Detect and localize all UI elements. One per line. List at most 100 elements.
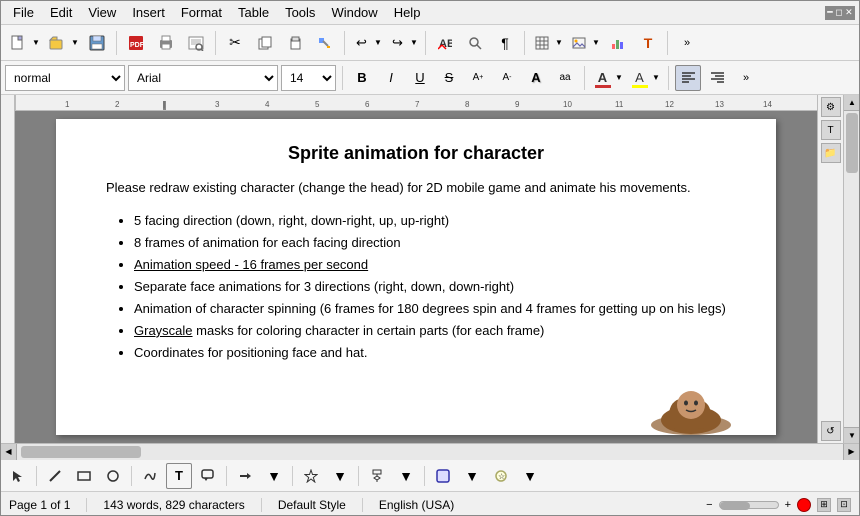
font-color-group[interactable]: A ▼ xyxy=(591,64,625,92)
more-toolbar-button[interactable]: » xyxy=(673,29,701,57)
menu-tools[interactable]: Tools xyxy=(277,3,323,22)
hscroll-track[interactable] xyxy=(17,444,843,460)
highlight-color-button[interactable]: A xyxy=(628,65,650,91)
hscroll-thumb[interactable] xyxy=(21,446,141,458)
subscript-button[interactable]: A- xyxy=(494,65,520,91)
draw-arrows-button[interactable] xyxy=(232,463,258,489)
insert-fontwork-button[interactable]: T xyxy=(634,29,662,57)
status-recording-btn[interactable] xyxy=(797,498,811,512)
preview-button[interactable] xyxy=(182,29,210,57)
print-button[interactable] xyxy=(152,29,180,57)
font-color-button[interactable]: A xyxy=(591,65,613,91)
menu-window[interactable]: Window xyxy=(323,3,385,22)
pdf-button[interactable]: PDF xyxy=(122,29,150,57)
cut-button[interactable]: ✂ xyxy=(221,29,249,57)
draw-callout-button[interactable] xyxy=(195,463,221,489)
menu-insert[interactable]: Insert xyxy=(124,3,173,22)
redo-btn-group[interactable]: ↪ ▼ xyxy=(386,29,420,57)
menu-file[interactable]: File xyxy=(5,3,42,22)
open-btn-group[interactable]: ▼ xyxy=(44,29,81,57)
menu-format[interactable]: Format xyxy=(173,3,230,22)
insert-image-group[interactable]: ▼ xyxy=(567,29,602,57)
draw-flowchart-button[interactable] xyxy=(364,463,390,489)
strikethrough-button[interactable]: S xyxy=(436,65,462,91)
status-view-btn-2[interactable]: ⊡ xyxy=(837,498,851,512)
superscript-button[interactable]: A+ xyxy=(465,65,491,91)
align-right-button[interactable] xyxy=(704,65,730,91)
save-button[interactable] xyxy=(83,29,111,57)
status-view-btn-1[interactable]: ⊞ xyxy=(817,498,831,512)
new-button[interactable] xyxy=(5,29,30,57)
draw-special-2[interactable]: ☆ xyxy=(488,463,514,489)
open-dropdown-arrow[interactable]: ▼ xyxy=(69,29,81,57)
draw-special-button[interactable] xyxy=(430,463,456,489)
new-btn-group[interactable]: ▼ xyxy=(5,29,42,57)
draw-textbox-button[interactable]: T xyxy=(166,463,192,489)
insert-image-button[interactable] xyxy=(567,29,590,57)
scroll-down-button[interactable]: ▼ xyxy=(844,427,859,443)
undo-button[interactable]: ↩ xyxy=(350,29,372,57)
format-paint-button[interactable] xyxy=(311,29,339,57)
panel-btn-3[interactable]: 📁 xyxy=(821,143,841,163)
font-size-select[interactable]: 14 xyxy=(281,65,336,91)
undo-dropdown-arrow[interactable]: ▼ xyxy=(372,29,384,57)
nonprinting-button[interactable]: ¶ xyxy=(491,29,519,57)
menu-view[interactable]: View xyxy=(80,3,124,22)
redo-dropdown-arrow[interactable]: ▼ xyxy=(408,29,420,57)
shadow-button[interactable]: A xyxy=(523,65,549,91)
menu-edit[interactable]: Edit xyxy=(42,3,80,22)
status-zoom-in[interactable]: + xyxy=(785,499,791,511)
draw-special-dropdown[interactable]: ▼ xyxy=(459,463,485,489)
scroll-left-button[interactable]: ◀ xyxy=(1,444,17,460)
highlight-dropdown[interactable]: ▼ xyxy=(650,64,662,92)
insert-table-group[interactable]: ▼ xyxy=(530,29,565,57)
spellcheck-button[interactable]: ABC xyxy=(431,29,459,57)
more-formatting-button[interactable]: » xyxy=(733,65,759,91)
menu-table[interactable]: Table xyxy=(230,3,277,22)
draw-freeform-button[interactable] xyxy=(137,463,163,489)
scroll-right-button[interactable]: ▶ xyxy=(843,444,859,460)
panel-btn-1[interactable]: ⚙ xyxy=(821,97,841,117)
draw-flowchart-dropdown[interactable]: ▼ xyxy=(393,463,419,489)
insert-table-dropdown[interactable]: ▼ xyxy=(553,29,565,57)
caps-button[interactable]: aa xyxy=(552,65,578,91)
copy-button[interactable] xyxy=(251,29,279,57)
menu-help[interactable]: Help xyxy=(386,3,429,22)
bold-button[interactable]: B xyxy=(349,65,375,91)
scroll-track[interactable] xyxy=(844,111,859,427)
draw-special-2-dropdown[interactable]: ▼ xyxy=(517,463,543,489)
draw-arrows-dropdown[interactable]: ▼ xyxy=(261,463,287,489)
redo-button[interactable]: ↪ xyxy=(386,29,408,57)
font-family-select[interactable]: Arial xyxy=(128,65,278,91)
status-zoom-bar[interactable] xyxy=(719,501,779,509)
open-button[interactable] xyxy=(44,29,69,57)
align-left-button[interactable] xyxy=(675,65,701,91)
undo-btn-group[interactable]: ↩ ▼ xyxy=(350,29,384,57)
scroll-thumb[interactable] xyxy=(846,113,858,173)
panel-btn-4[interactable]: ↺ xyxy=(821,421,841,441)
vertical-scrollbar[interactable]: ▲ ▼ xyxy=(843,95,859,443)
italic-button[interactable]: I xyxy=(378,65,404,91)
highlight-color-group[interactable]: A ▼ xyxy=(628,64,662,92)
draw-select-button[interactable] xyxy=(5,463,31,489)
draw-line-button[interactable] xyxy=(42,463,68,489)
document-page[interactable]: Sprite animation for character Please re… xyxy=(56,119,776,435)
new-dropdown-arrow[interactable]: ▼ xyxy=(30,29,42,57)
paste-button[interactable] xyxy=(281,29,309,57)
draw-circle-button[interactable] xyxy=(100,463,126,489)
paragraph-style-select[interactable]: normal xyxy=(5,65,125,91)
insert-image-dropdown[interactable]: ▼ xyxy=(590,29,602,57)
draw-stars-dropdown[interactable]: ▼ xyxy=(327,463,353,489)
window-controls[interactable]: ━ ◻ ✕ xyxy=(825,6,855,20)
font-color-dropdown[interactable]: ▼ xyxy=(613,64,625,92)
draw-stars-button[interactable] xyxy=(298,463,324,489)
insert-chart-button[interactable] xyxy=(604,29,632,57)
insert-table-button[interactable] xyxy=(530,29,553,57)
status-zoom-out[interactable]: − xyxy=(706,499,712,511)
find-button[interactable] xyxy=(461,29,489,57)
panel-btn-2[interactable]: T xyxy=(821,120,841,140)
draw-rectangle-button[interactable] xyxy=(71,463,97,489)
horizontal-scrollbar[interactable]: ◀ ▶ xyxy=(1,443,859,459)
underline-button[interactable]: U xyxy=(407,65,433,91)
scroll-up-button[interactable]: ▲ xyxy=(844,95,859,111)
